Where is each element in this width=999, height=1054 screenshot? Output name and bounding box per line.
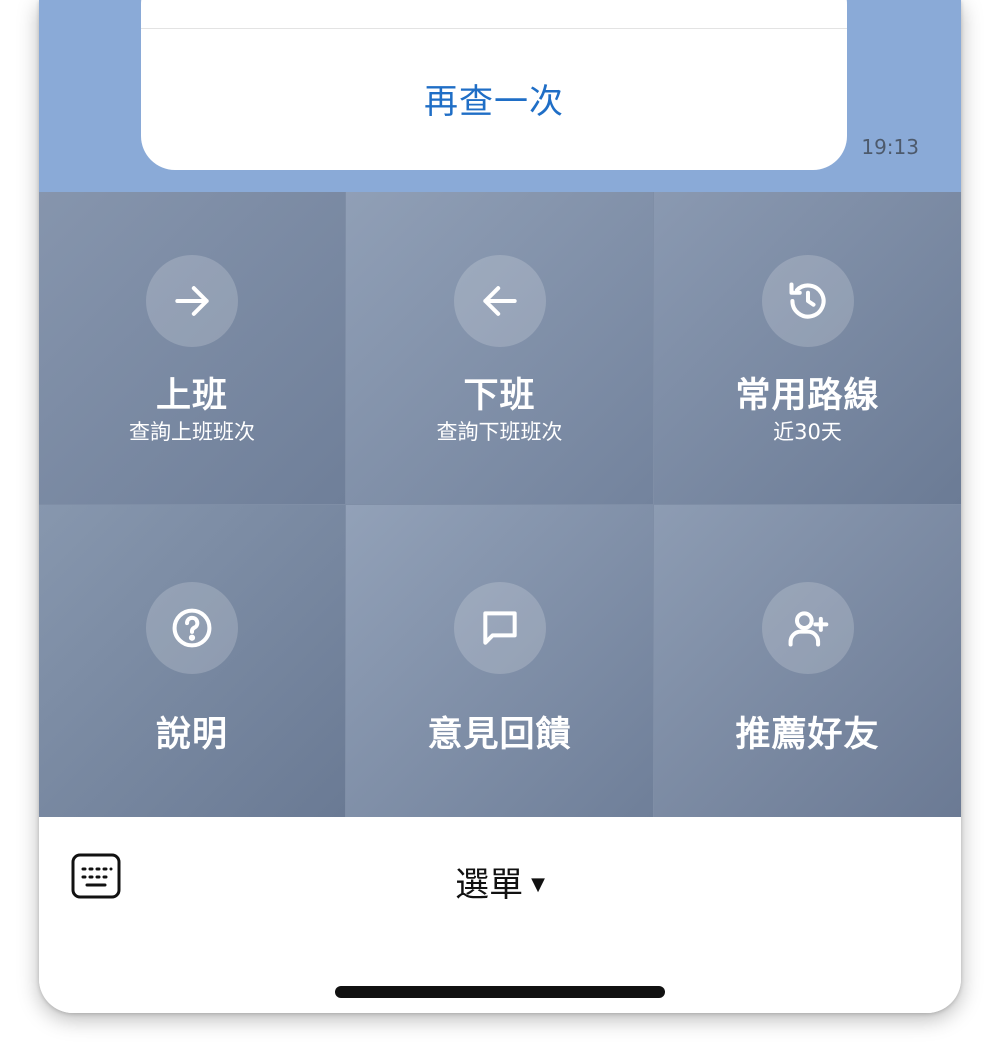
menu-item-commute-home[interactable]: 下班 查詢下班班次: [346, 192, 653, 504]
message-bubble: 再查一次: [141, 0, 847, 170]
message-timestamp: 19:13: [861, 135, 919, 159]
menu-item-title: 推薦好友: [735, 715, 880, 755]
menu-item-help[interactable]: 說明: [39, 505, 345, 817]
message-icon: [453, 582, 546, 674]
home-indicator: [335, 986, 665, 998]
menu-item-title: 下班: [463, 376, 536, 416]
menu-item-commute-to-work[interactable]: 上班 查詢上班班次: [39, 192, 345, 504]
arrow-right-icon: [146, 255, 238, 347]
menu-toggle-label: 選單: [455, 865, 524, 905]
menu-item-invite-friends[interactable]: 推薦好友: [654, 505, 961, 817]
menu-item-subtitle: 查詢上班班次: [129, 420, 255, 444]
history-icon: [761, 255, 854, 347]
arrow-left-icon: [453, 255, 546, 347]
menu-item-subtitle: 查詢下班班次: [436, 420, 563, 444]
help-icon: [146, 582, 238, 674]
query-again-button[interactable]: 再查一次: [141, 74, 847, 123]
menu-item-title: 說明: [155, 715, 228, 755]
menu-item-title: 意見回饋: [427, 715, 572, 755]
menu-item-frequent-routes[interactable]: 常用路線 近30天: [654, 192, 961, 504]
rich-menu: 上班 查詢上班班次 下班 查詢下班班次 常用路線 近30天 說明 意見回饋 推薦…: [39, 192, 961, 817]
bubble-divider: [141, 28, 847, 29]
menu-item-subtitle: 近30天: [773, 420, 842, 444]
menu-item-feedback[interactable]: 意見回饋: [346, 505, 653, 817]
bottom-bar: 選單 ▼: [39, 817, 961, 1013]
menu-item-title: 上班: [155, 376, 228, 416]
chat-area: 再查一次 19:13: [39, 0, 961, 192]
add-user-icon: [761, 582, 854, 674]
menu-toggle-button[interactable]: 選單 ▼: [39, 857, 961, 906]
caret-down-icon: ▼: [531, 874, 545, 895]
phone-screen: 再查一次 19:13 上班 查詢上班班次 下班 查詢下班班次 常用路線 近30天…: [39, 0, 961, 1013]
menu-item-title: 常用路線: [735, 376, 880, 416]
